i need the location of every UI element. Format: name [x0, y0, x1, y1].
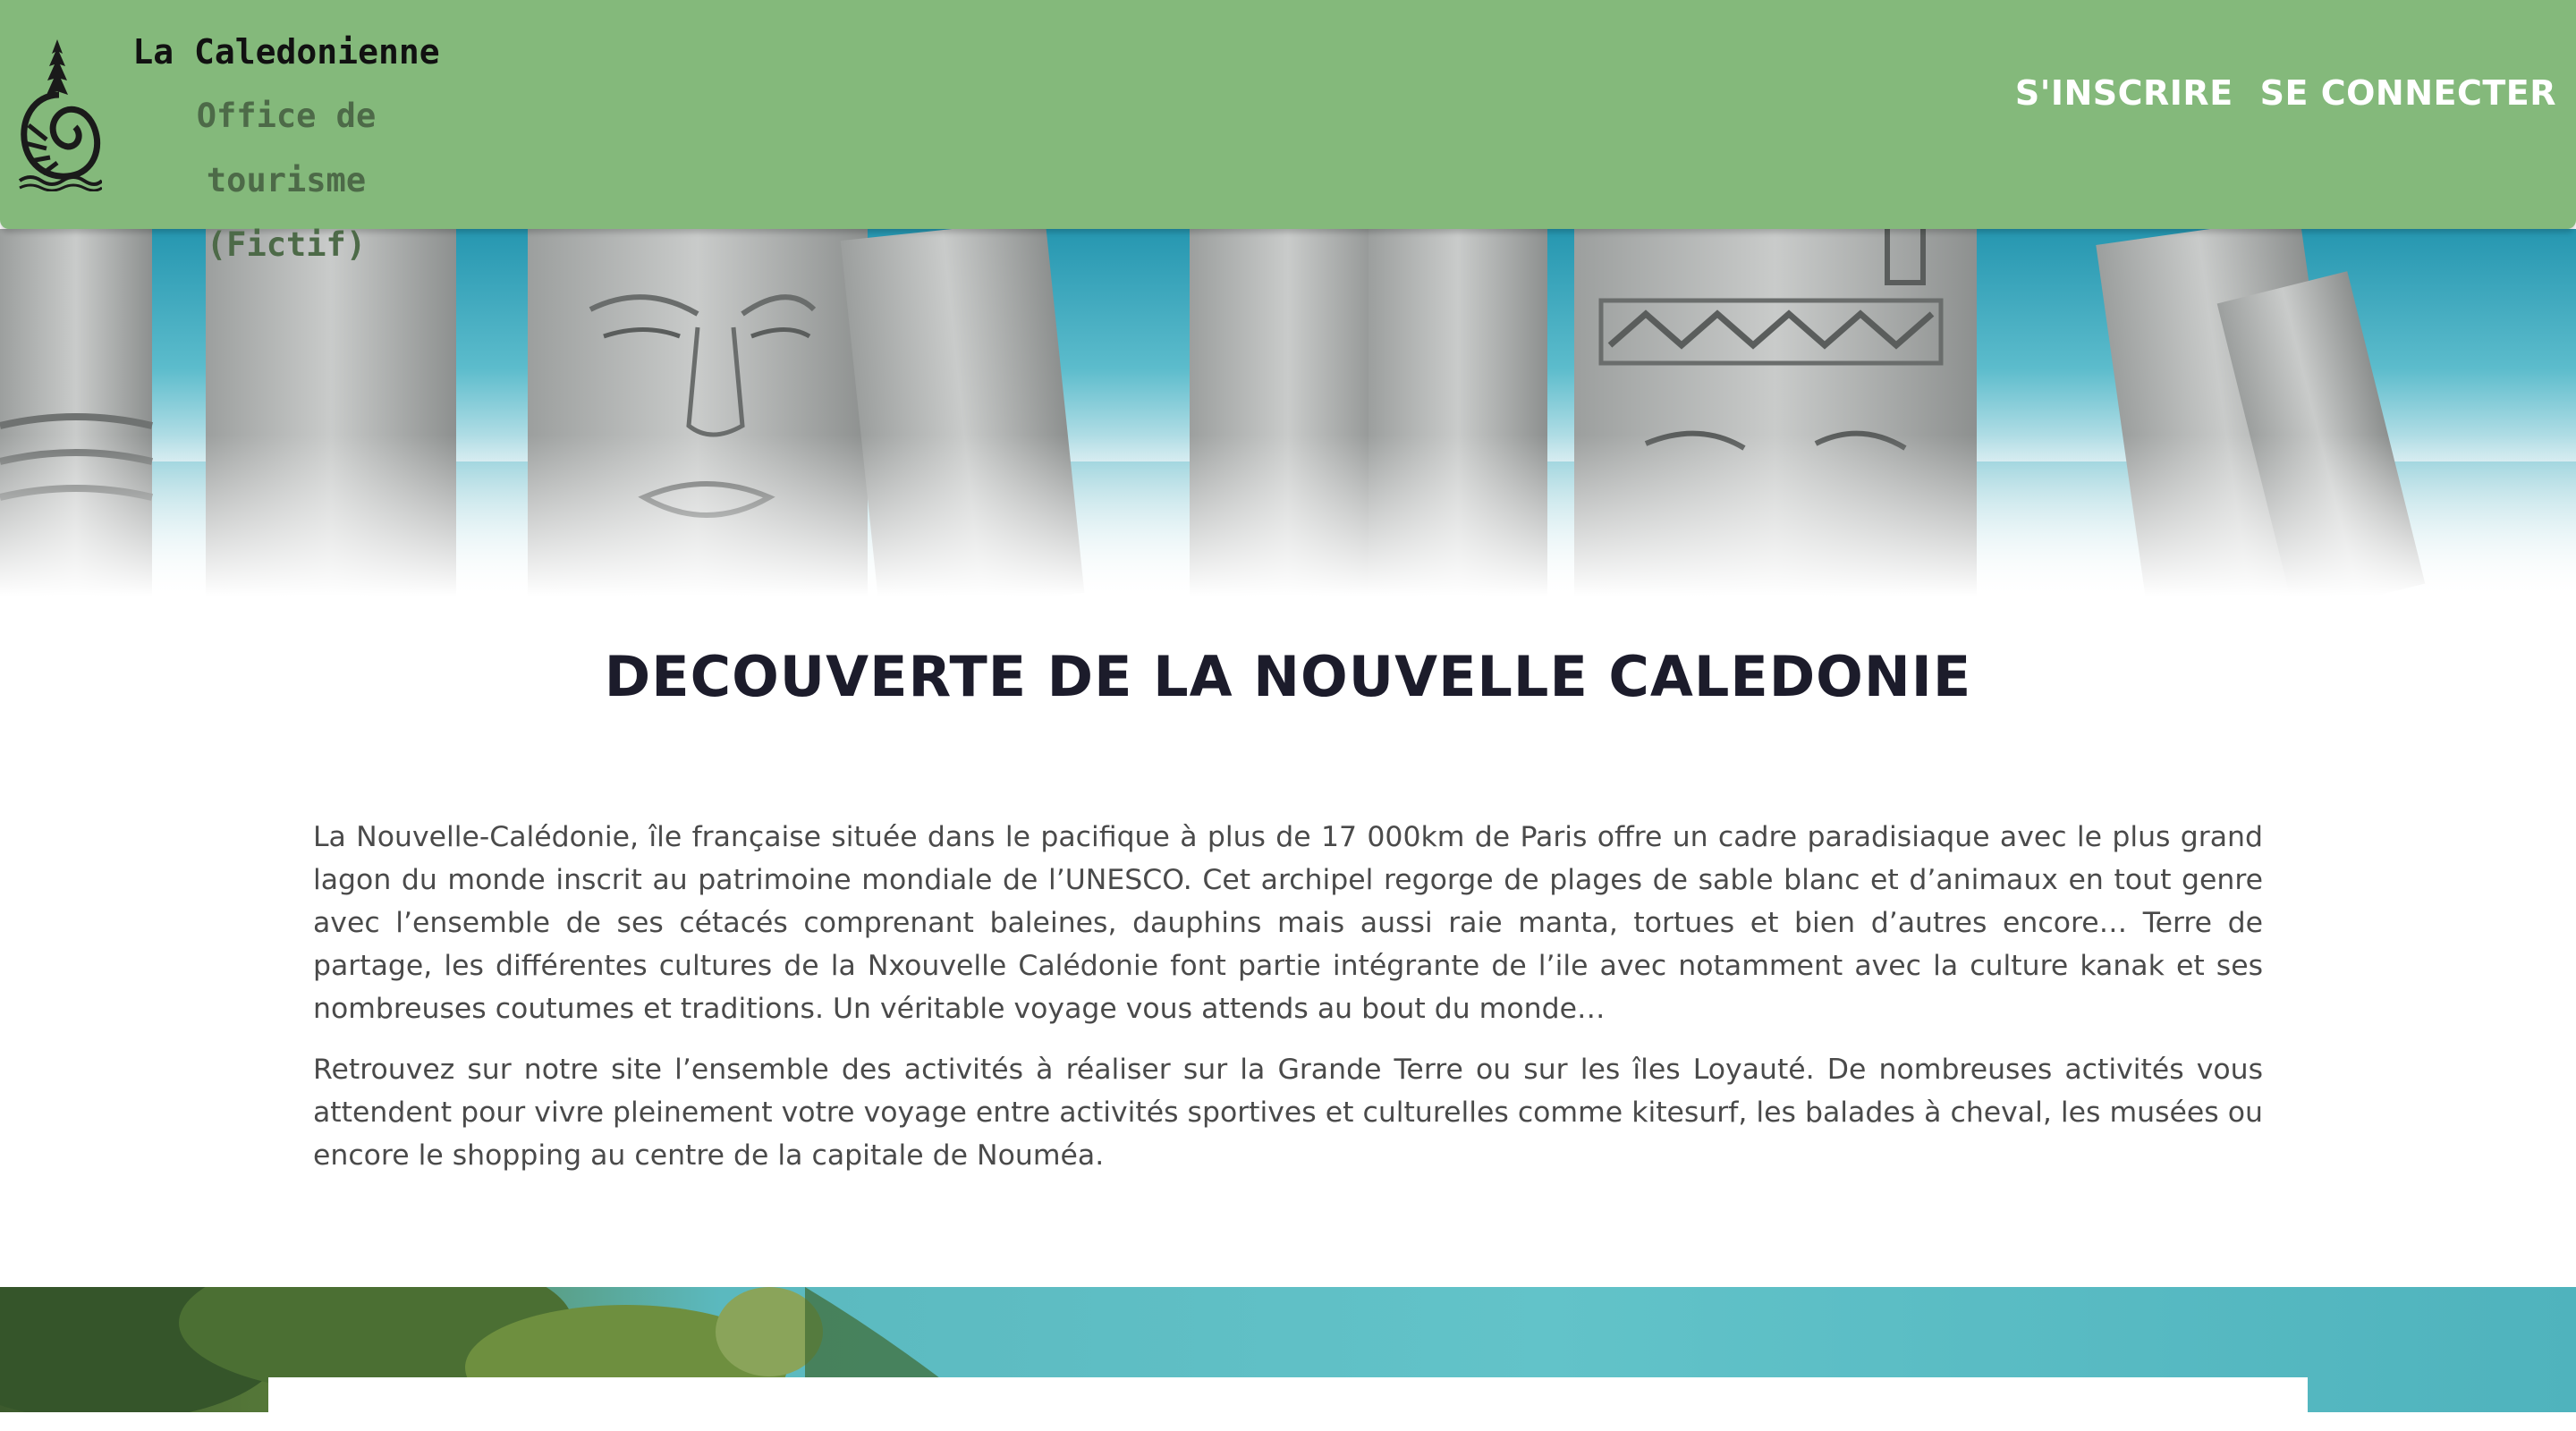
login-link[interactable]: SE CONNECTER — [2260, 73, 2556, 113]
intro-paragraph: La Nouvelle-Calédonie, île française sit… — [313, 821, 2263, 1025]
brand-name: La Caledonienne — [132, 32, 440, 72]
content-card — [268, 1377, 2308, 1431]
hero-banner-image — [0, 229, 2576, 605]
activities-paragraph: Retrouvez sur notre site l’ensemble des … — [313, 1054, 2263, 1172]
signup-link[interactable]: S'INSCRIRE — [2015, 73, 2233, 113]
brand-block[interactable]: La Caledonienne Office de tourisme (Fict… — [116, 20, 456, 277]
brand-subtitle-line2: (Fictif) — [206, 225, 367, 264]
intro-text: La Nouvelle-Calédonie, île française sit… — [313, 816, 2263, 1195]
brand-subtitle-line1: Office de tourisme — [196, 97, 377, 199]
auth-nav: S'INSCRIRE SE CONNECTER — [2015, 73, 2556, 113]
page-title: DECOUVERTE DE LA NOUVELLE CALEDONIE — [604, 644, 1972, 709]
site-header: La Caledonienne Office de tourisme (Fict… — [0, 0, 2576, 264]
nautilus-pine-logo-icon[interactable] — [16, 39, 104, 192]
